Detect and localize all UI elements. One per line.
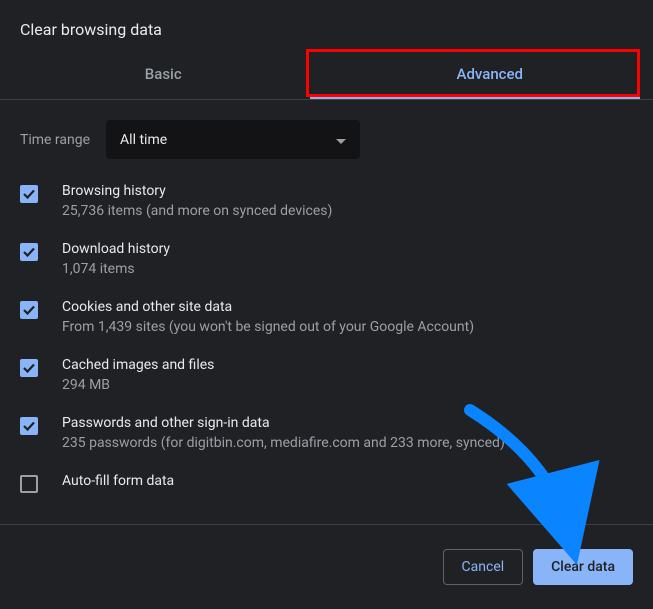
dialog-title: Clear browsing data (0, 0, 653, 51)
tab-basic[interactable]: Basic (0, 51, 327, 99)
item-text: Auto-fill form data (62, 473, 174, 489)
data-type-row: Auto-fill form data (20, 473, 633, 493)
item-title: Passwords and other sign-in data (62, 415, 505, 431)
item-text: Cached images and files 294 MB (62, 357, 214, 393)
item-text: Download history 1,074 items (62, 241, 170, 277)
item-text: Browsing history 25,736 items (and more o… (62, 183, 332, 219)
tabs: Basic Advanced (0, 51, 653, 99)
item-subtitle: 235 passwords (for digitbin.com, mediafi… (62, 435, 505, 451)
data-type-row: Cached images and files 294 MB (20, 357, 633, 393)
checkbox[interactable] (20, 301, 38, 319)
tab-active-indicator (310, 96, 640, 99)
item-subtitle: 25,736 items (and more on synced devices… (62, 203, 332, 219)
data-type-row: Cookies and other site data From 1,439 si… (20, 299, 633, 335)
time-range-value: All time (120, 132, 167, 148)
checkbox[interactable] (20, 475, 38, 493)
tab-advanced[interactable]: Advanced (327, 51, 653, 99)
checkbox[interactable] (20, 359, 38, 377)
item-subtitle: From 1,439 sites (you won't be signed ou… (62, 319, 474, 335)
item-title: Cached images and files (62, 357, 214, 373)
data-type-row: Passwords and other sign-in data 235 pass… (20, 415, 633, 451)
item-text: Passwords and other sign-in data 235 pass… (62, 415, 505, 451)
checkbox[interactable] (20, 243, 38, 261)
time-range-select[interactable]: All time (106, 120, 360, 159)
clear-data-button[interactable]: Clear data (533, 549, 633, 585)
data-type-row: Download history 1,074 items (20, 241, 633, 277)
checkbox[interactable] (20, 417, 38, 435)
item-subtitle: 294 MB (62, 377, 214, 393)
chevron-down-icon (336, 130, 346, 149)
cancel-button[interactable]: Cancel (443, 549, 524, 585)
data-type-row: Browsing history 25,736 items (and more o… (20, 183, 633, 219)
checkbox[interactable] (20, 185, 38, 203)
item-title: Download history (62, 241, 170, 257)
time-range-row: Time range All time (20, 120, 633, 159)
item-title: Auto-fill form data (62, 473, 174, 489)
item-title: Cookies and other site data (62, 299, 474, 315)
item-text: Cookies and other site data From 1,439 si… (62, 299, 474, 335)
time-range-label: Time range (20, 132, 90, 148)
item-title: Browsing history (62, 183, 332, 199)
dialog-content: Time range All time Browsing history 25,7… (0, 100, 653, 535)
item-subtitle: 1,074 items (62, 261, 170, 277)
dialog-footer: Cancel Clear data (443, 549, 633, 585)
footer-divider (0, 524, 653, 525)
